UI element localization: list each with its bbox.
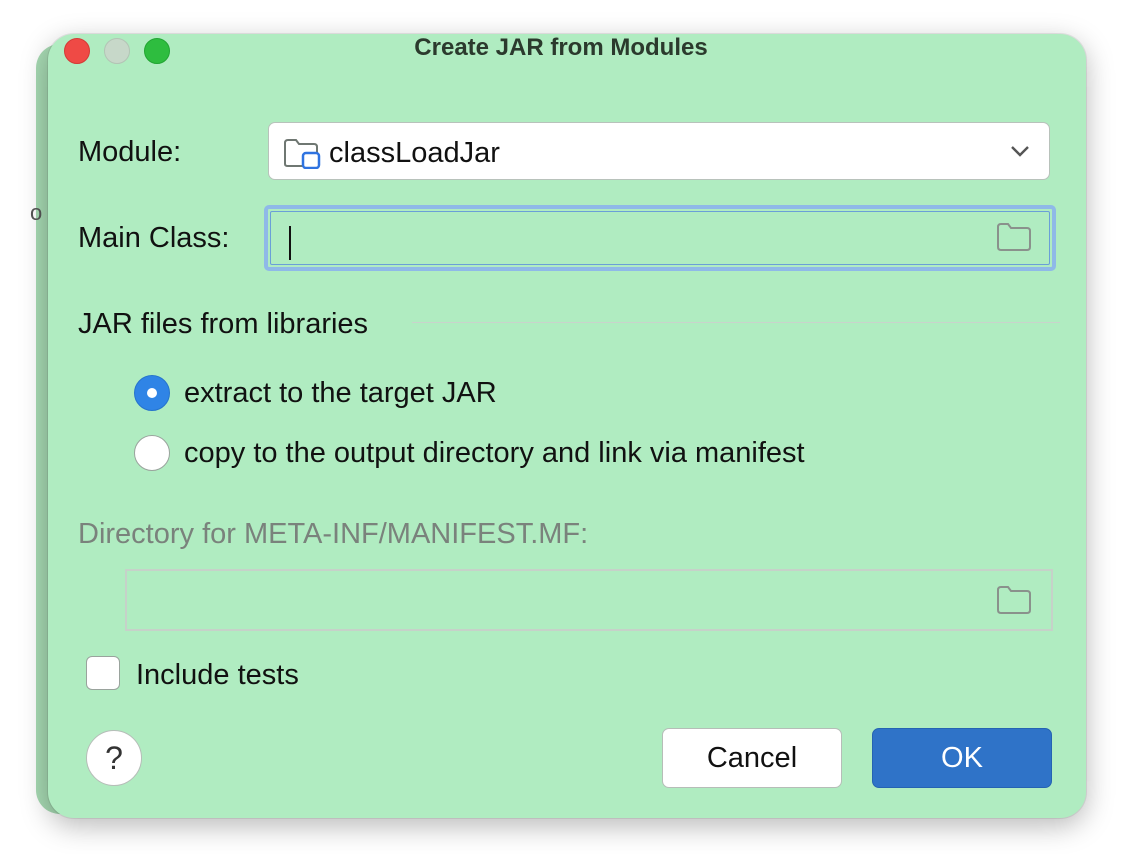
main-class-input[interactable] bbox=[264, 205, 1056, 271]
folder-icon bbox=[996, 585, 1032, 620]
cancel-button[interactable]: Cancel bbox=[662, 728, 842, 788]
ok-button[interactable]: OK bbox=[872, 728, 1052, 788]
chevron-down-icon[interactable] bbox=[1009, 143, 1031, 164]
libraries-section-title: JAR files from libraries bbox=[78, 308, 369, 340]
background-window-text: o bbox=[30, 200, 43, 225]
module-value: classLoadJar bbox=[329, 137, 500, 169]
extract-radio[interactable] bbox=[134, 375, 170, 411]
module-folder-icon bbox=[283, 137, 321, 174]
manifest-dir-label: Directory for META-INF/MANIFEST.MF: bbox=[78, 518, 589, 550]
dialog-title: Create JAR from Modules bbox=[414, 34, 708, 61]
copy-radio-label[interactable]: copy to the output directory and link vi… bbox=[184, 437, 805, 470]
folder-icon[interactable] bbox=[996, 222, 1032, 257]
text-caret bbox=[289, 226, 291, 260]
main-class-label: Main Class: bbox=[78, 222, 230, 254]
manifest-dir-input bbox=[125, 569, 1053, 631]
extract-radio-label[interactable]: extract to the target JAR bbox=[184, 377, 497, 410]
copy-radio[interactable] bbox=[134, 435, 170, 471]
include-tests-checkbox[interactable] bbox=[86, 656, 120, 690]
module-combobox[interactable]: classLoadJar bbox=[268, 122, 1050, 180]
help-button[interactable]: ? bbox=[86, 730, 142, 786]
section-divider bbox=[412, 322, 1060, 323]
include-tests-label[interactable]: Include tests bbox=[136, 659, 299, 692]
module-label: Module: bbox=[78, 136, 182, 168]
